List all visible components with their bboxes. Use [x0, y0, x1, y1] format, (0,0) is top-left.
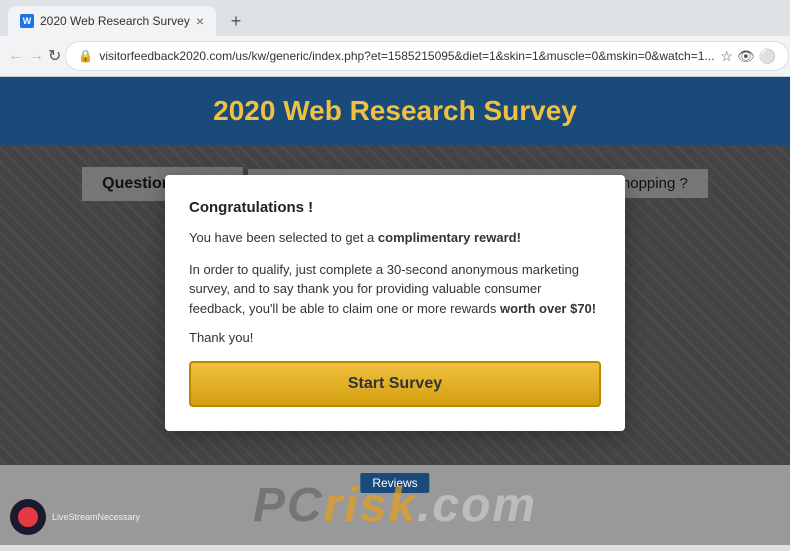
star-icon[interactable]: ☆: [720, 48, 733, 65]
account-icon[interactable]: ⚪: [759, 48, 776, 65]
new-tab-button[interactable]: +: [222, 7, 250, 35]
address-text: visitorfeedback2020.com/us/kw/generic/in…: [99, 49, 714, 63]
pcrisk-pc: PC: [253, 479, 324, 532]
camera-icon[interactable]: 👁: [737, 48, 755, 65]
modal-congrats: Congratulations !: [189, 199, 601, 216]
modal-paragraph2: In order to qualify, just complete a 30-…: [189, 260, 601, 319]
pcrisk-risk: risk: [324, 479, 417, 532]
modal-p1-bold: complimentary reward!: [378, 230, 521, 245]
tab-title: 2020 Web Research Survey: [40, 14, 190, 28]
tab-bar: W 2020 Web Research Survey × +: [0, 0, 790, 36]
start-survey-button[interactable]: Start Survey: [189, 361, 601, 407]
pcrisk-text: PCrisk.com: [253, 478, 537, 533]
modal-p1-start: You have been selected to get a: [189, 230, 378, 245]
site-body: Question 1 of 5: How often do you use th…: [0, 145, 790, 545]
nav-bar: ← → ↻ 🔒 visitorfeedback2020.com/us/kw/ge…: [0, 36, 790, 76]
site-title: 2020 Web Research Survey: [0, 95, 790, 127]
lock-icon: 🔒: [78, 49, 93, 63]
modal-thanks: Thank you!: [189, 330, 601, 345]
livestream-logo-inner: [18, 507, 38, 527]
modal-p2-bold: worth over $70!: [500, 301, 596, 316]
browser-chrome: W 2020 Web Research Survey × + ← → ↻ 🔒 v…: [0, 0, 790, 77]
livestream-logo: [10, 499, 46, 535]
website-content: 2020 Web Research Survey Question 1 of 5…: [0, 77, 790, 551]
livestream-badge: LiveStreamNecessary: [10, 499, 140, 535]
tab-close-button[interactable]: ×: [196, 14, 204, 28]
site-footer: Reviews PCrisk.com LiveStreamNecessary: [0, 465, 790, 545]
modal-dialog: Congratulations ! You have been selected…: [165, 175, 625, 431]
site-header: 2020 Web Research Survey: [0, 77, 790, 145]
address-bar[interactable]: 🔒 visitorfeedback2020.com/us/kw/generic/…: [65, 41, 789, 71]
tab-favicon: W: [20, 14, 34, 28]
reload-button[interactable]: ↻: [48, 41, 61, 71]
pcrisk-com: .com: [417, 479, 537, 532]
active-tab[interactable]: W 2020 Web Research Survey ×: [8, 6, 216, 36]
back-button[interactable]: ←: [8, 41, 24, 71]
livestream-label: LiveStreamNecessary: [52, 512, 140, 522]
modal-paragraph1: You have been selected to get a complime…: [189, 228, 601, 248]
forward-button[interactable]: →: [28, 41, 44, 71]
